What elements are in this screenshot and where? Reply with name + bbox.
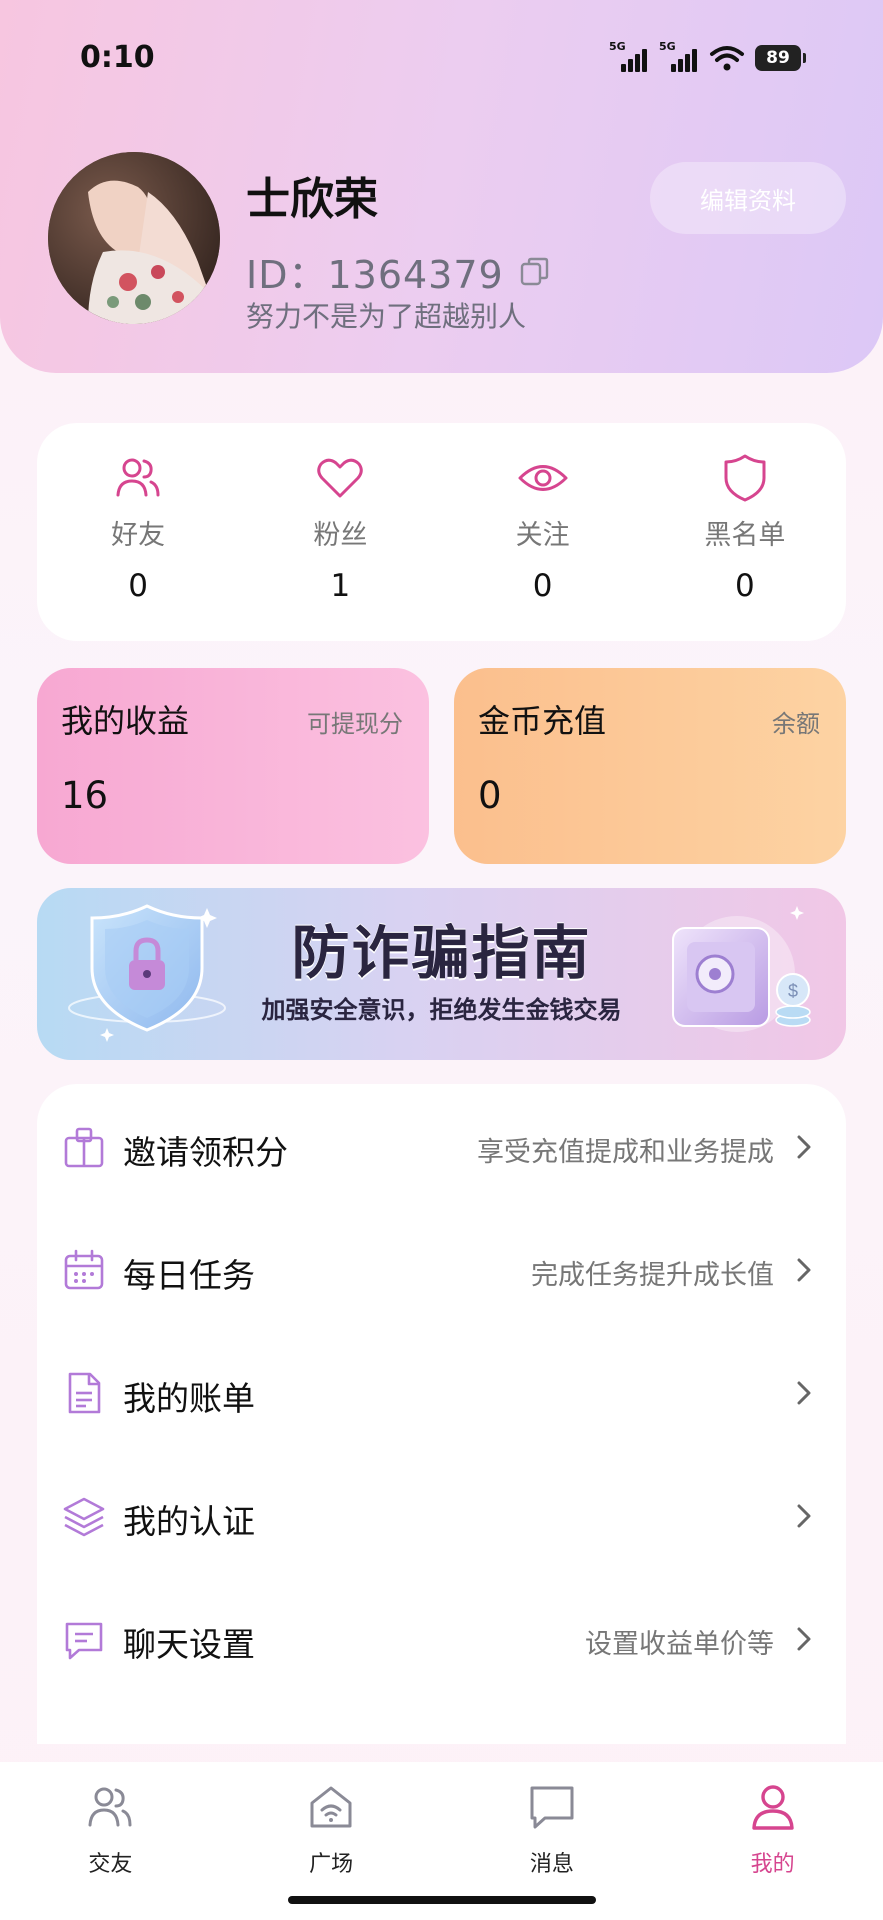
document-icon: [61, 1370, 107, 1416]
gift-box-icon: [61, 1124, 107, 1170]
stat-blacklist[interactable]: 黑名单 0: [644, 423, 846, 641]
menu-hint: 享受充值提成和业务提成: [477, 1137, 774, 1168]
battery-icon: 89: [755, 45, 806, 71]
stat-label: 粉丝: [313, 520, 368, 551]
heart-icon: [317, 458, 364, 498]
stats-card: 好友 0 粉丝 1 关注 0 黑名单 0: [37, 423, 846, 641]
banner-title: 防诈骗指南: [291, 919, 592, 987]
cellular-signal-icon: 5G: [609, 40, 649, 74]
menu-label: 聊天设置: [123, 1625, 255, 1664]
user-id: ID：1364379: [246, 253, 504, 297]
anti-fraud-banner[interactable]: $ 防诈骗指南 加强安全意识，拒绝发生金钱交易: [37, 888, 846, 1060]
stat-value: 0: [532, 568, 553, 604]
coins-title: 金币充值: [478, 702, 607, 740]
menu-item-invite[interactable]: 邀请领积分 享受充值提成和业务提成: [37, 1084, 846, 1207]
coins-amount: 0: [478, 774, 502, 817]
stat-value: 1: [330, 568, 351, 604]
chevron-right-icon: [792, 1255, 816, 1285]
stat-value: 0: [735, 568, 755, 604]
chevron-right-icon: [792, 1624, 816, 1654]
network-type-label: 5G: [609, 40, 626, 53]
stat-following[interactable]: 关注 0: [442, 423, 644, 641]
network-type-label: 5G: [659, 40, 676, 53]
cellular-signal-icon: 5G: [659, 40, 699, 74]
tab-label: 我的: [750, 1852, 795, 1877]
menu-label: 邀请领积分: [123, 1133, 288, 1172]
menu-item-verification[interactable]: 我的认证: [37, 1453, 846, 1576]
chevron-right-icon: [792, 1132, 816, 1162]
stat-label: 关注: [515, 520, 570, 551]
chat-bubble-icon: [61, 1616, 107, 1662]
earnings-amount: 16: [61, 774, 109, 817]
menu-card: 邀请领积分 享受充值提成和业务提成 每日任务 完成任务提升成长值 我的账单 我的…: [37, 1084, 846, 1744]
menu-item-daily-tasks[interactable]: 每日任务 完成任务提升成长值: [37, 1207, 846, 1330]
stat-label: 好友: [111, 520, 166, 551]
earnings-card[interactable]: 我的收益 可提现分 16: [37, 668, 429, 864]
stat-friends[interactable]: 好友 0: [37, 423, 239, 641]
home-signal-icon: [310, 1786, 352, 1828]
message-icon: [530, 1786, 574, 1829]
stat-fans[interactable]: 粉丝 1: [239, 423, 441, 641]
person-icon: [751, 1785, 794, 1830]
avatar[interactable]: [48, 152, 220, 324]
copy-icon[interactable]: [518, 255, 552, 289]
coin-recharge-card[interactable]: 金币充值 余额 0: [454, 668, 846, 864]
status-icons: 5G 5G 89: [609, 40, 806, 74]
users-icon: [88, 1787, 132, 1827]
menu-label: 我的账单: [123, 1379, 255, 1418]
layers-icon: [61, 1493, 107, 1539]
menu-item-bills[interactable]: 我的账单: [37, 1330, 846, 1453]
stat-value: 0: [128, 568, 148, 604]
edit-profile-button[interactable]: 编辑资料: [650, 162, 846, 234]
chevron-right-icon: [792, 1378, 816, 1408]
tab-me[interactable]: 我的: [662, 1762, 883, 1920]
menu-hint: 设置收益单价等: [585, 1629, 774, 1660]
tab-label: 消息: [529, 1852, 574, 1877]
tab-make-friends[interactable]: 交友: [0, 1762, 221, 1920]
earnings-subtitle: 可提现分: [307, 710, 403, 738]
nickname: 士欣荣: [246, 174, 378, 225]
user-id-row: ID：1364379: [246, 244, 552, 299]
menu-hint: 完成任务提升成长值: [531, 1260, 774, 1291]
tab-label: 交友: [88, 1852, 133, 1877]
tab-label: 广场: [309, 1852, 354, 1877]
eye-icon: [518, 465, 568, 491]
menu-item-chat-settings[interactable]: 聊天设置 设置收益单价等: [37, 1576, 846, 1699]
coins-subtitle: 余额: [772, 710, 820, 738]
menu-label: 每日任务: [123, 1256, 255, 1295]
earnings-title: 我的收益: [61, 702, 190, 740]
status-time: 0:10: [80, 40, 155, 75]
banner-subtitle: 加强安全意识，拒绝发生金钱交易: [261, 995, 622, 1024]
users-icon: [116, 458, 160, 497]
home-indicator[interactable]: [288, 1896, 596, 1904]
signature: 努力不是为了超越别人: [246, 300, 527, 333]
shield-icon: [724, 454, 766, 502]
menu-label: 我的认证: [123, 1502, 255, 1541]
status-bar: 0:10 5G 5G 89: [0, 0, 883, 120]
calendar-icon: [61, 1247, 107, 1293]
chevron-right-icon: [792, 1501, 816, 1531]
stat-label: 黑名单: [704, 520, 786, 551]
wifi-icon: [710, 46, 744, 71]
